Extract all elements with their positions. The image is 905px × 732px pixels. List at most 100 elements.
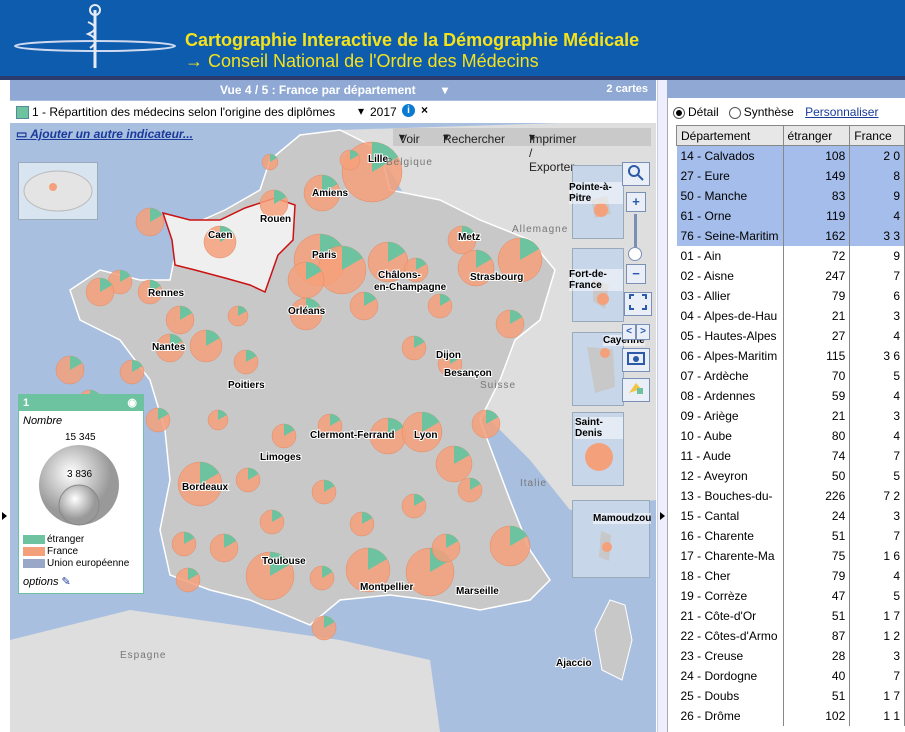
table-row[interactable]: 15 - Cantal 24 3: [676, 506, 905, 526]
cell-departement: 24 - Dordogne: [676, 666, 784, 686]
info-icon[interactable]: i: [402, 104, 415, 117]
table-row[interactable]: 13 - Bouches-du- 226 7 2: [676, 486, 905, 506]
table-row[interactable]: 76 - Seine-Maritim 162 3 3: [676, 226, 905, 246]
cell-departement: 76 - Seine-Maritim: [676, 226, 784, 246]
table-row[interactable]: 24 - Dordogne 40 7: [676, 666, 905, 686]
view-title[interactable]: Vue 4 / 5 : France par département: [220, 83, 416, 97]
personnaliser-link[interactable]: Personnaliser: [805, 105, 878, 119]
pan-left-button[interactable]: <: [622, 324, 636, 340]
table-row[interactable]: 26 - Drôme 102 1 1: [676, 706, 905, 726]
voir-menu[interactable]: Voir ▾: [399, 130, 420, 146]
table-row[interactable]: 23 - Creuse 28 3: [676, 646, 905, 666]
fullscreen-icon: [629, 294, 647, 310]
rechercher-menu[interactable]: Rechercher ▾: [443, 130, 505, 146]
table-row[interactable]: 11 - Aude 74 7: [676, 446, 905, 466]
column-header-departement[interactable]: Département: [676, 125, 784, 146]
minimap-pointe-a-pitre[interactable]: Pointe-à-Pitre: [569, 165, 624, 239]
cell-france: 3: [849, 306, 905, 326]
radio-detail-icon: [673, 106, 685, 119]
view-dropdown-icon[interactable]: ▾: [442, 83, 448, 97]
table-row[interactable]: 06 - Alpes-Maritim 115 3 6: [676, 346, 905, 366]
legend-number: 1: [23, 397, 30, 409]
cell-departement: 19 - Corrèze: [676, 586, 784, 606]
radio-synthese[interactable]: Synthèse: [728, 105, 794, 119]
cards-count[interactable]: 2 cartes: [606, 83, 648, 95]
eye-icon[interactable]: ◉: [127, 395, 137, 411]
pan-right-button[interactable]: >: [636, 324, 650, 340]
cell-france: 7: [849, 666, 905, 686]
add-indicator-link[interactable]: ▭ Ajouter un autre indicateur...: [16, 127, 193, 141]
cell-departement: 22 - Côtes-d'Armo: [676, 626, 784, 646]
snapshot-button[interactable]: [622, 348, 650, 372]
world-icon: [23, 170, 93, 212]
city-label: Rennes: [148, 288, 185, 299]
table-row[interactable]: 14 - Calvados 108 2 0: [676, 145, 905, 166]
draw-button[interactable]: [622, 378, 650, 402]
indicator-dropdown-icon[interactable]: ▾: [358, 104, 364, 118]
minimap-saint-denis[interactable]: Saint-Denis: [572, 412, 624, 486]
city-label: Orléans: [288, 306, 326, 317]
imprimer-menu[interactable]: Imprimer / Exporter ▾: [529, 130, 576, 174]
table-body: 14 - Calvados 108 2 0 27 - Eure 149 8 50 - Man…: [676, 145, 905, 726]
cell-departement: 16 - Charente: [676, 526, 784, 546]
voir-label: Voir: [399, 132, 420, 146]
radio-detail[interactable]: Détail: [673, 105, 719, 119]
table-row[interactable]: 02 - Aisne 247 7: [676, 266, 905, 286]
city-label: Clermont-Ferrand: [310, 430, 394, 441]
zoom-tool-button[interactable]: [622, 162, 650, 186]
zoom-slider-handle[interactable]: [628, 247, 642, 261]
cell-etranger: 119: [783, 206, 851, 226]
zoom-in-button[interactable]: +: [626, 192, 646, 212]
minimap-mamoudzou[interactable]: Mamoudzou: [572, 500, 652, 578]
table-row[interactable]: 08 - Ardennes 59 4: [676, 386, 905, 406]
city-label: Rouen: [260, 214, 291, 225]
minimap-cayenne[interactable]: Cayenne: [572, 332, 645, 406]
column-header-france[interactable]: France: [849, 125, 905, 146]
fullscreen-button[interactable]: [624, 292, 652, 316]
table-row[interactable]: 04 - Alpes-de-Hau 21 3: [676, 306, 905, 326]
cell-etranger: 72: [783, 246, 851, 266]
city-label: Nantes: [152, 342, 186, 353]
table-row[interactable]: 22 - Côtes-d'Armo 87 1 2: [676, 626, 905, 646]
table-row[interactable]: 12 - Aveyron 50 5: [676, 466, 905, 486]
table-row[interactable]: 27 - Eure 149 8: [676, 166, 905, 186]
world-overview-map[interactable]: [18, 162, 98, 220]
cell-france: 5: [849, 586, 905, 606]
radio-synthese-label: Synthèse: [743, 105, 794, 119]
table-row[interactable]: 50 - Manche 83 9: [676, 186, 905, 206]
table-row[interactable]: 16 - Charente 51 7: [676, 526, 905, 546]
cell-france: 9: [849, 246, 905, 266]
table-row[interactable]: 03 - Allier 79 6: [676, 286, 905, 306]
cell-departement: 01 - Ain: [676, 246, 784, 266]
view-bar[interactable]: Vue 4 / 5 : France par département ▾ 2 c…: [10, 80, 656, 100]
rechercher-label: Rechercher: [443, 132, 506, 146]
city-label: Lyon: [414, 430, 438, 441]
city-label: Montpellier: [360, 582, 413, 593]
expand-left-icon[interactable]: [2, 512, 7, 520]
column-header-etranger[interactable]: étranger: [782, 125, 851, 146]
indicator-label[interactable]: 1 - Répartition des médecins selon l'ori…: [32, 105, 335, 119]
cell-france: 8: [849, 166, 905, 186]
table-row[interactable]: 05 - Hautes-Alpes 27 4: [676, 326, 905, 346]
table-row[interactable]: 61 - Orne 119 4: [676, 206, 905, 226]
table-row[interactable]: 17 - Charente-Ma 75 1 6: [676, 546, 905, 566]
table-row[interactable]: 25 - Doubs 51 1 7: [676, 686, 905, 706]
close-icon[interactable]: ×: [421, 103, 428, 117]
year-select[interactable]: 2017: [370, 105, 397, 119]
minimap-fort-de-france[interactable]: Fort-de-France: [569, 248, 624, 322]
table-row[interactable]: 18 - Cher 79 4: [676, 566, 905, 586]
table-row[interactable]: 10 - Aube 80 4: [676, 426, 905, 446]
expand-right-icon[interactable]: [660, 512, 665, 520]
table-row[interactable]: 21 - Côte-d'Or 51 1 7: [676, 606, 905, 626]
table-row[interactable]: 09 - Ariège 21 3: [676, 406, 905, 426]
zoom-out-button[interactable]: −: [626, 264, 646, 284]
city-label: Toulouse: [262, 556, 306, 567]
table-row[interactable]: 19 - Corrèze 47 5: [676, 586, 905, 606]
table-row[interactable]: 01 - Ain 72 9: [676, 246, 905, 266]
app-header: Cartographie Interactive de la Démograph…: [0, 0, 905, 76]
table-row[interactable]: 07 - Ardèche 70 5: [676, 366, 905, 386]
legend-options-link[interactable]: options ✎: [23, 575, 71, 588]
cell-etranger: 115: [783, 346, 851, 366]
cell-departement: 10 - Aube: [676, 426, 784, 446]
corse-territory[interactable]: [594, 599, 633, 681]
